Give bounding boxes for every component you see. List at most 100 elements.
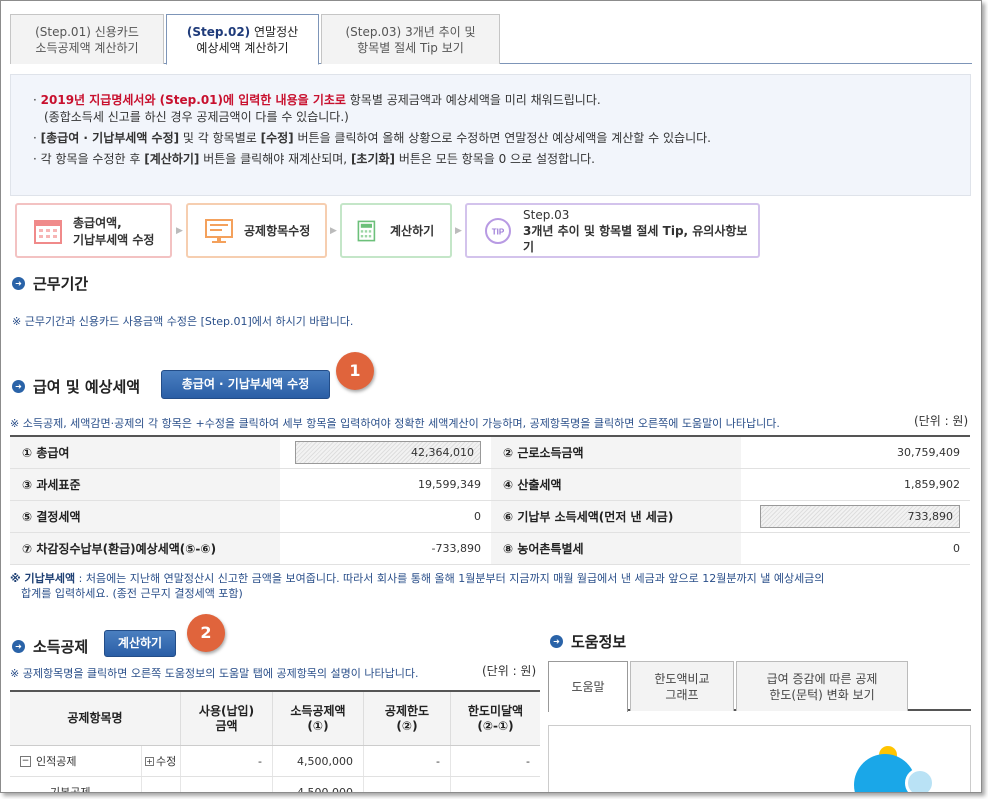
tab-step-number: (Step.02)	[186, 25, 251, 39]
step-label: 총급여액,	[73, 215, 122, 230]
calculator-window: (Step.01) 신용카드 소득공제액 계산하기 (Step.02) 연말정산…	[0, 0, 982, 793]
tip-icon: TIP	[485, 217, 511, 244]
prepaid-tax-input[interactable]: 733,890	[760, 505, 960, 528]
chevron-right-icon: ▶	[330, 226, 337, 236]
column-header: 공제항목명	[67, 711, 123, 725]
tab-title-line2: 예상세액 계산하기	[196, 41, 289, 55]
table-row: ③ 과세표준 19,599,349 ④ 산출세액 1,859,902	[10, 469, 970, 501]
deduction-limit: -	[363, 746, 450, 776]
deduction-note: ※ 공제항목명을 클릭하면 오른쪽 도움정보의 도움말 탭에 공제항목의 설명이…	[10, 667, 419, 680]
step-label: Step.03	[523, 207, 570, 222]
table-row: − 인적공제 + 수정 - 4,500,000 - -	[10, 746, 540, 777]
info-box: · 2019년 지급명세서와 (Step.01)에 입력한 내용을 기초로 항목…	[10, 74, 971, 196]
monitor-icon	[205, 218, 233, 243]
tab-title-line1: 신용카드	[94, 25, 139, 39]
tax-base-value: 19,599,349	[418, 478, 481, 491]
step-label: 계산하기	[390, 224, 435, 238]
computed-tax-label: ④ 산출세액	[491, 469, 741, 500]
step-deduction-edit[interactable]: 공제항목수정	[186, 203, 327, 258]
tab-step02[interactable]: (Step.02) 연말정산 예상세액 계산하기	[166, 14, 319, 65]
step-step03[interactable]: TIP Step.03 3개년 추이 및 항목별 절세 Tip, 유의사항보기	[465, 203, 760, 258]
tab-step01[interactable]: (Step.01) 신용카드 소득공제액 계산하기	[10, 14, 164, 64]
step-label: 공제항목수정	[244, 224, 311, 238]
calculate-button[interactable]: 계산하기	[104, 630, 176, 657]
column-header: 한도미달액 (②-①)	[450, 692, 540, 745]
column-header: 사용(납입) 금액	[180, 692, 272, 745]
tab-step-number: (Step.03)	[345, 25, 402, 39]
arrow-bullet-icon: ➜	[550, 635, 563, 648]
total-salary-label: ① 총급여	[10, 437, 280, 468]
step-label-2: 3개년 추이 및 항목별 절세 Tip, 유의사항보기	[523, 223, 748, 254]
edit-salary-button[interactable]: 총급여 · 기납부세액 수정	[161, 370, 330, 399]
salary-heading: ➜ 급여 및 예상세액	[12, 376, 140, 397]
salary-note: ※ 소득공제, 세액감면·공제의 각 항목은 +수정을 클릭하여 세부 항목을 …	[10, 417, 780, 430]
table-row: ⑤ 결정세액 0 ⑥ 기납부 소득세액(먼저 낸 세금) 733,890	[10, 501, 970, 533]
help-heading: ➜ 도움정보	[550, 631, 626, 652]
chevron-right-icon: ▶	[176, 226, 183, 236]
callout-badge-2: 2	[187, 614, 225, 652]
rural-special-tax-value: 0	[953, 542, 960, 555]
step-calculate[interactable]: 계산하기	[340, 203, 452, 258]
callout-badge-1: 1	[336, 352, 374, 390]
info-line-1: · 2019년 지급명세서와 (Step.01)에 입력한 내용을 기초로 항목…	[33, 93, 601, 107]
prepaid-tax-label: ⑥ 기납부 소득세액(먼저 낸 세금)	[491, 501, 741, 532]
tab-title-line2: 소득공제액 계산하기	[35, 41, 139, 55]
tab-step03[interactable]: (Step.03) 3개년 추이 및 항목별 절세 Tip 보기	[321, 14, 500, 64]
mascot-image	[905, 768, 935, 792]
calculator-icon	[357, 220, 376, 241]
column-header: 공제한도 (②)	[363, 692, 450, 745]
step-tabs: (Step.01) 신용카드 소득공제액 계산하기 (Step.02) 연말정산…	[10, 14, 972, 65]
rural-special-tax-label: ⑧ 농어촌특별세	[491, 533, 741, 564]
column-header: 소득공제액 (①)	[272, 692, 363, 745]
work-period-heading: ➜ 근무기간	[12, 273, 88, 294]
arrow-bullet-icon: ➜	[12, 380, 25, 393]
tab-title-line2: 항목별 절세 Tip 보기	[357, 41, 464, 55]
earned-income-label: ② 근로소득금액	[491, 437, 741, 468]
tax-base-label: ③ 과세표준	[10, 469, 280, 500]
arrow-bullet-icon: ➜	[12, 277, 25, 290]
calendar-icon	[34, 219, 62, 244]
table-row: ① 총급여 42,364,010 ② 근로소득금액 30,759,409	[10, 437, 970, 469]
shortfall-amount: -	[450, 746, 540, 776]
tab-limit-graph[interactable]: 한도액비교 그래프	[630, 661, 734, 711]
expected-refund-value: -733,890	[431, 542, 481, 555]
chevron-right-icon: ▶	[455, 226, 462, 236]
total-salary-input[interactable]: 42,364,010	[295, 441, 481, 464]
help-tabs: 도움말 한도액비교 그래프 급여 증감에 따른 공제 한도(문턱) 변화 보기	[548, 661, 971, 712]
help-content	[548, 725, 971, 792]
collapse-icon[interactable]: −	[20, 755, 31, 767]
used-amount: -	[180, 746, 272, 776]
unit-label: (단위 : 원)	[914, 414, 969, 428]
computed-tax-value: 1,859,902	[904, 478, 960, 491]
tab-threshold-change[interactable]: 급여 증감에 따른 공제 한도(문턱) 변화 보기	[736, 661, 908, 711]
arrow-bullet-icon: ➜	[12, 640, 25, 653]
deduction-table: 공제항목명 사용(납입) 금액 소득공제액 (①) 공제한도 (②) 한도미달액…	[10, 690, 540, 792]
deduction-amount: 4,500,000	[272, 777, 363, 792]
salary-table: ① 총급여 42,364,010 ② 근로소득금액 30,759,409 ③ 과…	[10, 435, 970, 565]
deduction-amount: 4,500,000	[272, 746, 363, 776]
plus-icon: +	[145, 756, 154, 766]
tab-title-line1: 연말정산	[254, 25, 299, 39]
tab-title-line1: 3개년 추이 및	[405, 25, 476, 39]
edit-link[interactable]: + 수정	[141, 746, 180, 776]
deduction-heading: ➜ 소득공제	[12, 636, 88, 657]
table-row: 기본공제 4,500,000	[10, 777, 540, 792]
expected-refund-label: ⑦ 차감징수납부(환급)예상세액(⑤-⑥)	[10, 533, 280, 564]
prepaid-tax-note: ※ 기납부세액 : 처음에는 지난해 연말정산시 신고한 금액을 보여줍니다. …	[10, 572, 825, 600]
tab-help[interactable]: 도움말	[548, 661, 628, 712]
deduction-item-name[interactable]: 인적공제	[36, 753, 76, 769]
table-row: ⑦ 차감징수납부(환급)예상세액(⑤-⑥) -733,890 ⑧ 농어촌특별세 …	[10, 533, 970, 565]
info-line-3: · 각 항목을 수정한 후 [계산하기] 버튼을 클릭해야 재계산되며, [초기…	[33, 152, 595, 166]
determined-tax-value: 0	[474, 510, 481, 523]
tab-step-number: (Step.01)	[35, 25, 91, 39]
tip-icon-label: TIP	[492, 227, 505, 236]
deduction-item-name[interactable]: 기본공제	[10, 777, 141, 792]
info-line-1-sub: (종합소득세 신고를 하신 경우 공제금액이 다를 수 있습니다.)	[44, 110, 349, 124]
earned-income-value: 30,759,409	[897, 446, 960, 459]
step-salary-edit[interactable]: 총급여액, 기납부세액 수정	[15, 203, 172, 258]
work-period-note: ※ 근무기간과 신용카드 사용금액 수정은 [Step.01]에서 하시기 바랍…	[12, 315, 354, 328]
table-header: 공제항목명 사용(납입) 금액 소득공제액 (①) 공제한도 (②) 한도미달액…	[10, 692, 540, 746]
info-line-2: · [총급여 · 기납부세액 수정] 및 각 항목별로 [수정] 버튼을 클릭하…	[33, 131, 711, 145]
step-label-2: 기납부세액 수정	[73, 232, 155, 247]
determined-tax-label: ⑤ 결정세액	[10, 501, 280, 532]
